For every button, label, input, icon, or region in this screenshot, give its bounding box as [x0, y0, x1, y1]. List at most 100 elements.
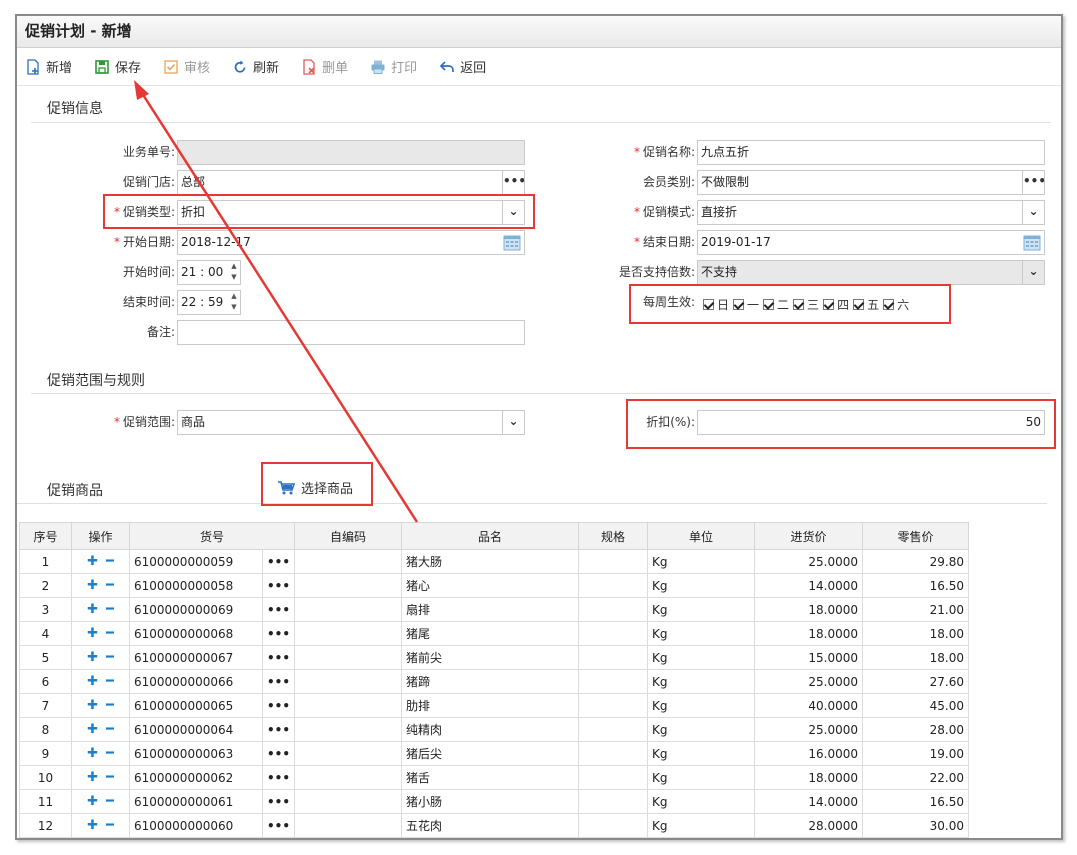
code-picker-button[interactable]: •••: [261, 597, 296, 622]
cell-ops: ✚ ━: [71, 621, 130, 646]
add-row-icon[interactable]: ✚: [87, 674, 98, 689]
back-button[interactable]: 返回: [439, 57, 486, 76]
cell-unit: Kg: [647, 741, 756, 766]
remove-row-icon[interactable]: ━: [106, 794, 114, 809]
add-row-icon[interactable]: ✚: [87, 770, 98, 785]
col-header-code: 货号: [128, 522, 296, 550]
remove-row-icon[interactable]: ━: [106, 650, 114, 665]
add-row-icon[interactable]: ✚: [87, 554, 98, 569]
end-date-field[interactable]: 2019-01-17: [697, 230, 1045, 255]
table-row[interactable]: 1 ✚ ━ 6100000000059 ••• 猪大肠 Kg 25.0000 29.80: [19, 549, 970, 574]
name-field[interactable]: 九点五折: [697, 140, 1045, 165]
mode-value: 直接折: [701, 205, 738, 219]
spinner-icon[interactable]: ▲ ▼: [228, 261, 240, 284]
print-button[interactable]: 打印: [370, 57, 417, 76]
code-picker-button[interactable]: •••: [261, 645, 296, 670]
start-date-field[interactable]: 2018-12-17: [177, 230, 525, 255]
calendar-icon[interactable]: [1023, 234, 1041, 251]
cell-ops: ✚ ━: [71, 573, 130, 598]
cell-spec: [578, 717, 649, 742]
code-picker-button[interactable]: •••: [261, 813, 296, 838]
table-row[interactable]: 8 ✚ ━ 6100000000064 ••• 纯精肉 Kg 25.0000 28.00: [19, 717, 970, 742]
add-row-icon[interactable]: ✚: [87, 602, 98, 617]
code-picker-button[interactable]: •••: [261, 765, 296, 790]
member-field[interactable]: 不做限制 •••: [697, 170, 1045, 195]
add-row-icon[interactable]: ✚: [87, 626, 98, 641]
member-picker-button[interactable]: •••: [1022, 171, 1044, 194]
add-row-icon[interactable]: ✚: [87, 794, 98, 809]
cell-own-code: [294, 813, 403, 838]
remove-row-icon[interactable]: ━: [106, 770, 114, 785]
cell-purchase-price: 40.0000: [754, 693, 864, 718]
save-button[interactable]: 保存: [94, 57, 141, 76]
code-picker-button[interactable]: •••: [261, 789, 296, 814]
new-button[interactable]: 新增: [25, 57, 72, 76]
add-row-icon[interactable]: ✚: [87, 746, 98, 761]
chevron-down-icon[interactable]: ⌄: [1022, 201, 1044, 224]
remove-row-icon[interactable]: ━: [106, 674, 114, 689]
code-picker-button[interactable]: •••: [261, 549, 296, 574]
remove-row-icon[interactable]: ━: [106, 578, 114, 593]
start-date-value: 2018-12-17: [181, 235, 251, 249]
table-row[interactable]: 3 ✚ ━ 6100000000069 ••• 扇排 Kg 18.0000 21.00: [19, 597, 970, 622]
cell-purchase-price: 25.0000: [754, 669, 864, 694]
highlight-box-discount: [626, 399, 1056, 449]
spinner-icon[interactable]: ▲ ▼: [228, 291, 240, 314]
cell-index: 12: [19, 813, 72, 838]
table-row[interactable]: 11 ✚ ━ 6100000000061 ••• 猪小肠 Kg 14.0000 16.50: [19, 789, 970, 814]
cell-own-code: [294, 549, 403, 574]
table-row[interactable]: 10 ✚ ━ 6100000000062 ••• 猪舌 Kg 18.0000 22.00: [19, 765, 970, 790]
section-title-goods: 促销商品: [47, 483, 103, 499]
table-row[interactable]: 5 ✚ ━ 6100000000067 ••• 猪前尖 Kg 15.0000 18.00: [19, 645, 970, 670]
table-row[interactable]: 7 ✚ ━ 6100000000065 ••• 肋排 Kg 40.0000 45.00: [19, 693, 970, 718]
cell-purchase-price: 28.0000: [754, 813, 864, 838]
cell-index: 10: [19, 765, 72, 790]
table-header-row: 序号 操作 货号 自编码 品名 规格 单位 进货价 零售价: [19, 522, 970, 550]
cell-ops: ✚ ━: [71, 669, 130, 694]
audit-icon: [163, 59, 179, 75]
remove-row-icon[interactable]: ━: [106, 554, 114, 569]
store-field[interactable]: 总部 •••: [177, 170, 525, 195]
add-row-icon[interactable]: ✚: [87, 698, 98, 713]
remove-row-icon[interactable]: ━: [106, 818, 114, 833]
code-picker-button[interactable]: •••: [261, 741, 296, 766]
range-select[interactable]: 商品 ⌄: [177, 410, 525, 435]
add-row-icon[interactable]: ✚: [87, 818, 98, 833]
add-row-icon[interactable]: ✚: [87, 578, 98, 593]
chevron-down-icon[interactable]: ⌄: [1022, 261, 1044, 284]
add-row-icon[interactable]: ✚: [87, 650, 98, 665]
table-row[interactable]: 4 ✚ ━ 6100000000068 ••• 猪尾 Kg 18.0000 18.00: [19, 621, 970, 646]
code-picker-button[interactable]: •••: [261, 693, 296, 718]
mode-select[interactable]: 直接折 ⌄: [697, 200, 1045, 225]
table-row[interactable]: 9 ✚ ━ 6100000000063 ••• 猪后尖 Kg 16.0000 19.00: [19, 741, 970, 766]
code-picker-button[interactable]: •••: [261, 669, 296, 694]
code-picker-button[interactable]: •••: [261, 621, 296, 646]
calendar-icon[interactable]: [503, 234, 521, 251]
cell-ops: ✚ ━: [71, 693, 130, 718]
refresh-button[interactable]: 刷新: [232, 57, 279, 76]
store-picker-button[interactable]: •••: [502, 171, 524, 194]
cell-ops: ✚ ━: [71, 645, 130, 670]
start-time-field[interactable]: 21 : 00 ▲ ▼: [177, 260, 241, 285]
add-row-icon[interactable]: ✚: [87, 722, 98, 737]
chevron-down-icon[interactable]: ⌄: [502, 411, 524, 434]
end-time-field[interactable]: 22 : 59 ▲ ▼: [177, 290, 241, 315]
table-row[interactable]: 2 ✚ ━ 6100000000058 ••• 猪心 Kg 14.0000 16.50: [19, 573, 970, 598]
code-picker-button[interactable]: •••: [261, 573, 296, 598]
delete-button[interactable]: 删单: [301, 57, 348, 76]
remove-row-icon[interactable]: ━: [106, 626, 114, 641]
cell-index: 3: [19, 597, 72, 622]
table-row[interactable]: 12 ✚ ━ 6100000000060 ••• 五花肉 Kg 28.0000 30.00: [19, 813, 970, 838]
remove-row-icon[interactable]: ━: [106, 602, 114, 617]
remove-row-icon[interactable]: ━: [106, 698, 114, 713]
remove-row-icon[interactable]: ━: [106, 722, 114, 737]
code-picker-button[interactable]: •••: [261, 717, 296, 742]
remove-row-icon[interactable]: ━: [106, 746, 114, 761]
multiple-select[interactable]: 不支持 ⌄: [697, 260, 1045, 285]
remark-field[interactable]: [177, 320, 525, 345]
cell-name: 猪大肠: [401, 549, 580, 574]
end-time-label: 结束时间:: [122, 295, 175, 309]
table-row[interactable]: 6 ✚ ━ 6100000000066 ••• 猪蹄 Kg 25.0000 27.60: [19, 669, 970, 694]
cell-code: 6100000000068: [129, 621, 263, 646]
audit-button[interactable]: 审核: [163, 57, 210, 76]
